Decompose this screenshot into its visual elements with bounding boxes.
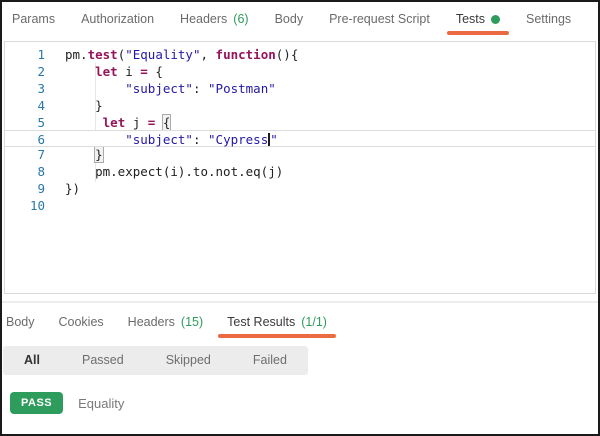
filter-all[interactable]: All bbox=[3, 346, 61, 375]
token-kw: let bbox=[103, 115, 126, 130]
tab-label: Headers bbox=[128, 315, 175, 329]
tab-label: Headers bbox=[180, 12, 227, 26]
line-number: 4 bbox=[5, 97, 45, 114]
line-number: 8 bbox=[5, 163, 45, 180]
code-line[interactable]: 9}) bbox=[5, 180, 595, 197]
tab-label: Test Results bbox=[227, 315, 295, 329]
token-plain bbox=[155, 115, 163, 130]
request-tab-bar: Params Authorization Headers (6) Body Pr… bbox=[2, 2, 598, 36]
code-text: let i = { bbox=[45, 63, 163, 80]
token-plain: i bbox=[118, 64, 141, 79]
code-text: } bbox=[45, 146, 103, 163]
tests-code-editor[interactable]: 1pm.test("Equality", function(){2 let i … bbox=[4, 41, 596, 294]
code-line[interactable]: 6 "subject": "Cypress" bbox=[5, 130, 595, 147]
test-result-row: PASS Equality bbox=[10, 392, 598, 414]
tab-label: Tests bbox=[456, 12, 485, 26]
line-number: 3 bbox=[5, 80, 45, 97]
token-bracket: { bbox=[163, 115, 171, 130]
token-plain: : bbox=[193, 81, 208, 96]
token-plain: pm. bbox=[65, 47, 88, 62]
code-text: } bbox=[45, 97, 103, 114]
code-text: pm.expect(i).to.not.eq(j) bbox=[45, 163, 283, 180]
line-number: 2 bbox=[5, 63, 45, 80]
code-line[interactable]: 1pm.test("Equality", function(){ bbox=[5, 46, 595, 63]
token-plain: } bbox=[65, 98, 103, 113]
token-plain bbox=[65, 64, 95, 79]
response-tab-headers[interactable]: Headers (15) bbox=[128, 303, 203, 340]
filter-passed[interactable]: Passed bbox=[61, 346, 145, 375]
tab-label: Body bbox=[275, 12, 304, 26]
test-name: Equality bbox=[78, 396, 124, 411]
test-results-count: (1/1) bbox=[301, 315, 327, 329]
token-plain: }) bbox=[65, 181, 80, 196]
tab-label: Params bbox=[12, 12, 55, 26]
token-plain: pm.expect(i).to.not.eq(j) bbox=[65, 164, 283, 179]
response-tab-bar: Body Cookies Headers (15) Test Results (… bbox=[2, 303, 598, 340]
response-tab-cookies[interactable]: Cookies bbox=[59, 303, 104, 340]
token-plain: , bbox=[200, 47, 215, 62]
tab-label: Cookies bbox=[59, 315, 104, 329]
headers-count: (6) bbox=[233, 12, 248, 26]
line-number: 7 bbox=[5, 146, 45, 163]
filter-failed[interactable]: Failed bbox=[232, 346, 308, 375]
token-str: "Postman" bbox=[208, 81, 276, 96]
code-text: "subject": "Cypress" bbox=[45, 131, 278, 146]
response-tab-test-results[interactable]: Test Results (1/1) bbox=[227, 303, 327, 340]
token-plain: j bbox=[125, 115, 148, 130]
token-kw: function bbox=[216, 47, 276, 62]
line-number: 9 bbox=[5, 180, 45, 197]
code-line[interactable]: 5 let j = { bbox=[5, 114, 595, 131]
tab-label: Pre-request Script bbox=[329, 12, 430, 26]
token-kw: = bbox=[140, 64, 148, 79]
filter-skipped[interactable]: Skipped bbox=[145, 346, 232, 375]
tab-headers[interactable]: Headers (6) bbox=[180, 2, 249, 36]
tab-authorization[interactable]: Authorization bbox=[81, 2, 154, 36]
token-str: " bbox=[270, 132, 278, 147]
code-text: "subject": "Postman" bbox=[45, 80, 276, 97]
code-line[interactable]: 2 let i = { bbox=[5, 63, 595, 80]
tab-label: Body bbox=[6, 315, 35, 329]
postman-request-panel: Params Authorization Headers (6) Body Pr… bbox=[0, 0, 600, 436]
response-tab-body[interactable]: Body bbox=[6, 303, 35, 340]
token-str: "subject" bbox=[125, 81, 193, 96]
line-number: 6 bbox=[5, 131, 45, 146]
code-text bbox=[45, 197, 65, 214]
code-line[interactable]: 4 } bbox=[5, 97, 595, 114]
token-kw: let bbox=[95, 64, 118, 79]
response-headers-count: (15) bbox=[181, 315, 203, 329]
token-plain: : bbox=[193, 132, 208, 147]
tab-settings[interactable]: Settings bbox=[526, 2, 571, 36]
token-str: "Cypress bbox=[208, 132, 268, 147]
token-plain bbox=[65, 81, 125, 96]
token-kw: test bbox=[88, 47, 118, 62]
code-text: pm.test("Equality", function(){ bbox=[45, 46, 298, 63]
status-badge: PASS bbox=[10, 392, 63, 414]
tab-label: Authorization bbox=[81, 12, 154, 26]
token-plain: { bbox=[148, 64, 163, 79]
code-text: let j = { bbox=[45, 114, 170, 131]
token-plain bbox=[65, 147, 95, 162]
tab-label: Settings bbox=[526, 12, 571, 26]
code-line[interactable]: 8 pm.expect(i).to.not.eq(j) bbox=[5, 163, 595, 180]
token-str: "subject" bbox=[125, 132, 193, 147]
token-plain: (){ bbox=[276, 47, 299, 62]
code-text: }) bbox=[45, 180, 80, 197]
code-line[interactable]: 3 "subject": "Postman" bbox=[5, 80, 595, 97]
tab-params[interactable]: Params bbox=[12, 2, 55, 36]
code-line[interactable]: 10 bbox=[5, 197, 595, 214]
tab-tests[interactable]: Tests bbox=[456, 2, 500, 36]
token-plain bbox=[65, 115, 103, 130]
tab-pre-request-script[interactable]: Pre-request Script bbox=[329, 2, 430, 36]
token-plain bbox=[65, 132, 125, 147]
line-number: 5 bbox=[5, 114, 45, 131]
token-bracket: } bbox=[95, 147, 103, 162]
line-number: 10 bbox=[5, 197, 45, 214]
tab-body[interactable]: Body bbox=[275, 2, 304, 36]
tests-indicator-dot-icon bbox=[491, 15, 500, 24]
code-line[interactable]: 7 } bbox=[5, 146, 595, 163]
line-number: 1 bbox=[5, 46, 45, 63]
test-result-filter-bar: All Passed Skipped Failed bbox=[3, 346, 308, 375]
token-str: "Equality" bbox=[125, 47, 200, 62]
